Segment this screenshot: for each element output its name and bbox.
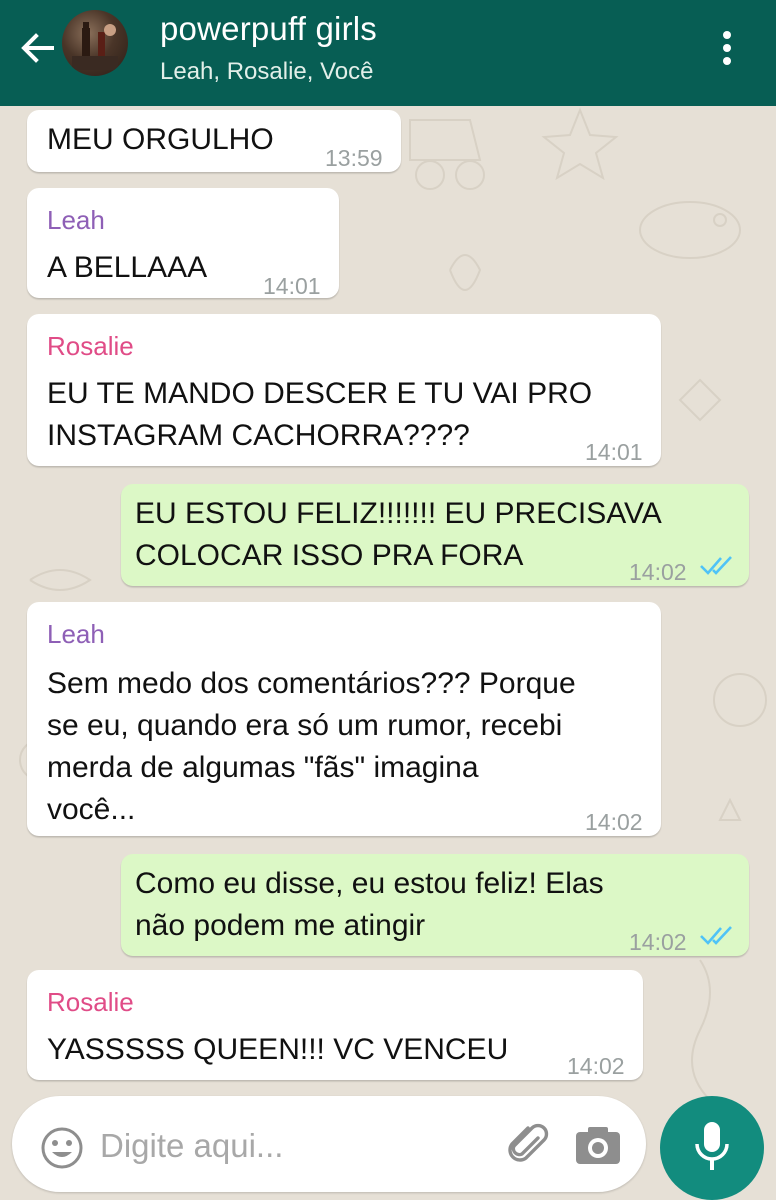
message-bubble[interactable]: Rosalie EU TE MANDO DESCER E TU VAI PRO … <box>27 314 661 466</box>
read-receipt-icon <box>700 556 732 575</box>
message-text: COLOCAR ISSO PRA FORA <box>135 539 524 572</box>
message-time: 14:01 <box>585 439 643 465</box>
message-time: 13:59 <box>325 145 383 171</box>
message-sender: Leah <box>47 205 105 235</box>
message-time: 14:02 <box>629 929 687 955</box>
message-composer[interactable]: Digite aqui... <box>12 1096 646 1192</box>
message-bubble[interactable]: Como eu disse, eu estou feliz! Elas não … <box>121 854 749 956</box>
message-text: Sem medo dos comentários??? Porque <box>47 667 576 700</box>
chat-header: powerpuff girls Leah, Rosalie, Você <box>0 0 776 106</box>
paperclip-icon[interactable] <box>504 1122 552 1170</box>
message-time: 14:02 <box>629 559 687 585</box>
more-vert-icon[interactable] <box>712 26 742 70</box>
message-time: 14:02 <box>585 809 643 835</box>
message-text: merda de algumas "fãs" imagina <box>47 751 479 784</box>
message-bubble[interactable]: MEU ORGULHO 13:59 <box>27 110 401 172</box>
message-text: A BELLAAA <box>47 251 208 284</box>
chat-participants[interactable]: Leah, Rosalie, Você <box>160 58 373 86</box>
message-input[interactable]: Digite aqui... <box>100 1127 283 1165</box>
message-text: Como eu disse, eu estou feliz! Elas <box>135 867 604 900</box>
microphone-icon <box>695 1122 729 1170</box>
read-receipt-icon <box>700 926 732 945</box>
emoji-icon[interactable] <box>40 1126 84 1170</box>
group-avatar[interactable] <box>62 10 128 76</box>
message-text: não podem me atingir <box>135 909 426 942</box>
message-text: você... <box>47 793 136 826</box>
message-text: MEU ORGULHO <box>47 123 274 156</box>
message-text: EU TE MANDO DESCER E TU VAI PRO <box>47 377 593 410</box>
message-text: YASSSSS QUEEN!!! VC VENCEU <box>47 1033 509 1066</box>
message-bubble[interactable]: Leah A BELLAAA 14:01 <box>27 188 339 299</box>
chat-title[interactable]: powerpuff girls <box>160 10 377 48</box>
message-text: EU ESTOU FELIZ!!!!!!! EU PRECISAVA <box>135 497 662 530</box>
message-sender: Rosalie <box>47 331 134 361</box>
message-bubble[interactable]: Rosalie YASSSSS QUEEN!!! VC VENCEU 14:02 <box>27 970 643 1080</box>
message-bubble[interactable]: Leah Sem medo dos comentários??? Porque … <box>27 602 661 836</box>
message-text: INSTAGRAM CACHORRA???? <box>47 419 470 452</box>
message-sender: Rosalie <box>47 987 134 1017</box>
microphone-button[interactable] <box>660 1096 764 1200</box>
camera-icon[interactable] <box>574 1126 622 1166</box>
message-bubble[interactable]: EU ESTOU FELIZ!!!!!!! EU PRECISAVA COLOC… <box>121 484 749 586</box>
message-text: se eu, quando era só um rumor, recebi <box>47 709 563 742</box>
message-time: 14:01 <box>263 273 321 299</box>
message-time: 14:02 <box>567 1053 625 1079</box>
arrow-left-icon[interactable] <box>16 26 60 70</box>
message-sender: Leah <box>47 619 105 649</box>
